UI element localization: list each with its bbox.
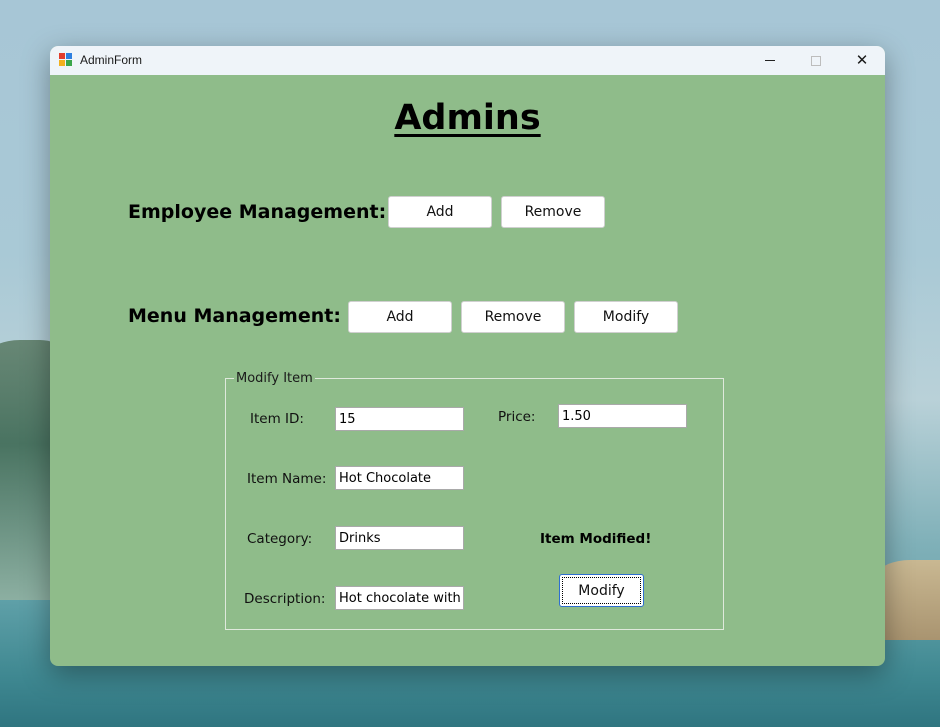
- menu-add-button[interactable]: Add: [348, 301, 452, 333]
- close-icon: ✕: [855, 51, 869, 69]
- employee-management-label: Employee Management:: [128, 201, 387, 223]
- item-id-label: Item ID:: [250, 411, 304, 427]
- admin-form-window: AdminForm ✕ Admins Employee Management: …: [50, 46, 885, 666]
- close-button[interactable]: ✕: [839, 46, 885, 75]
- maximize-icon: [811, 55, 821, 66]
- modify-item-group-title: Modify Item: [234, 371, 315, 386]
- category-label: Category:: [247, 531, 313, 547]
- app-icon: [59, 53, 73, 67]
- employee-remove-button[interactable]: Remove: [501, 196, 605, 228]
- menu-remove-button[interactable]: Remove: [461, 301, 565, 333]
- modify-submit-button[interactable]: Modify: [559, 574, 644, 607]
- minimize-icon: [765, 60, 775, 61]
- item-id-field[interactable]: 15: [335, 407, 464, 431]
- status-message: Item Modified!: [540, 531, 652, 547]
- price-label: Price:: [498, 409, 536, 425]
- description-label: Description:: [244, 591, 326, 607]
- item-name-field[interactable]: Hot Chocolate: [335, 466, 464, 490]
- maximize-button[interactable]: [793, 46, 839, 75]
- window-title: AdminForm: [80, 53, 143, 67]
- menu-management-label: Menu Management:: [128, 305, 341, 327]
- minimize-button[interactable]: [747, 46, 793, 75]
- title-bar[interactable]: AdminForm ✕: [50, 46, 885, 75]
- item-name-label: Item Name:: [247, 471, 327, 487]
- page-title: Admins: [394, 98, 541, 138]
- employee-add-button[interactable]: Add: [388, 196, 492, 228]
- price-field[interactable]: 1.50: [558, 404, 687, 428]
- description-field[interactable]: Hot chocolate with v: [335, 586, 464, 610]
- category-field[interactable]: Drinks: [335, 526, 464, 550]
- menu-modify-button[interactable]: Modify: [574, 301, 678, 333]
